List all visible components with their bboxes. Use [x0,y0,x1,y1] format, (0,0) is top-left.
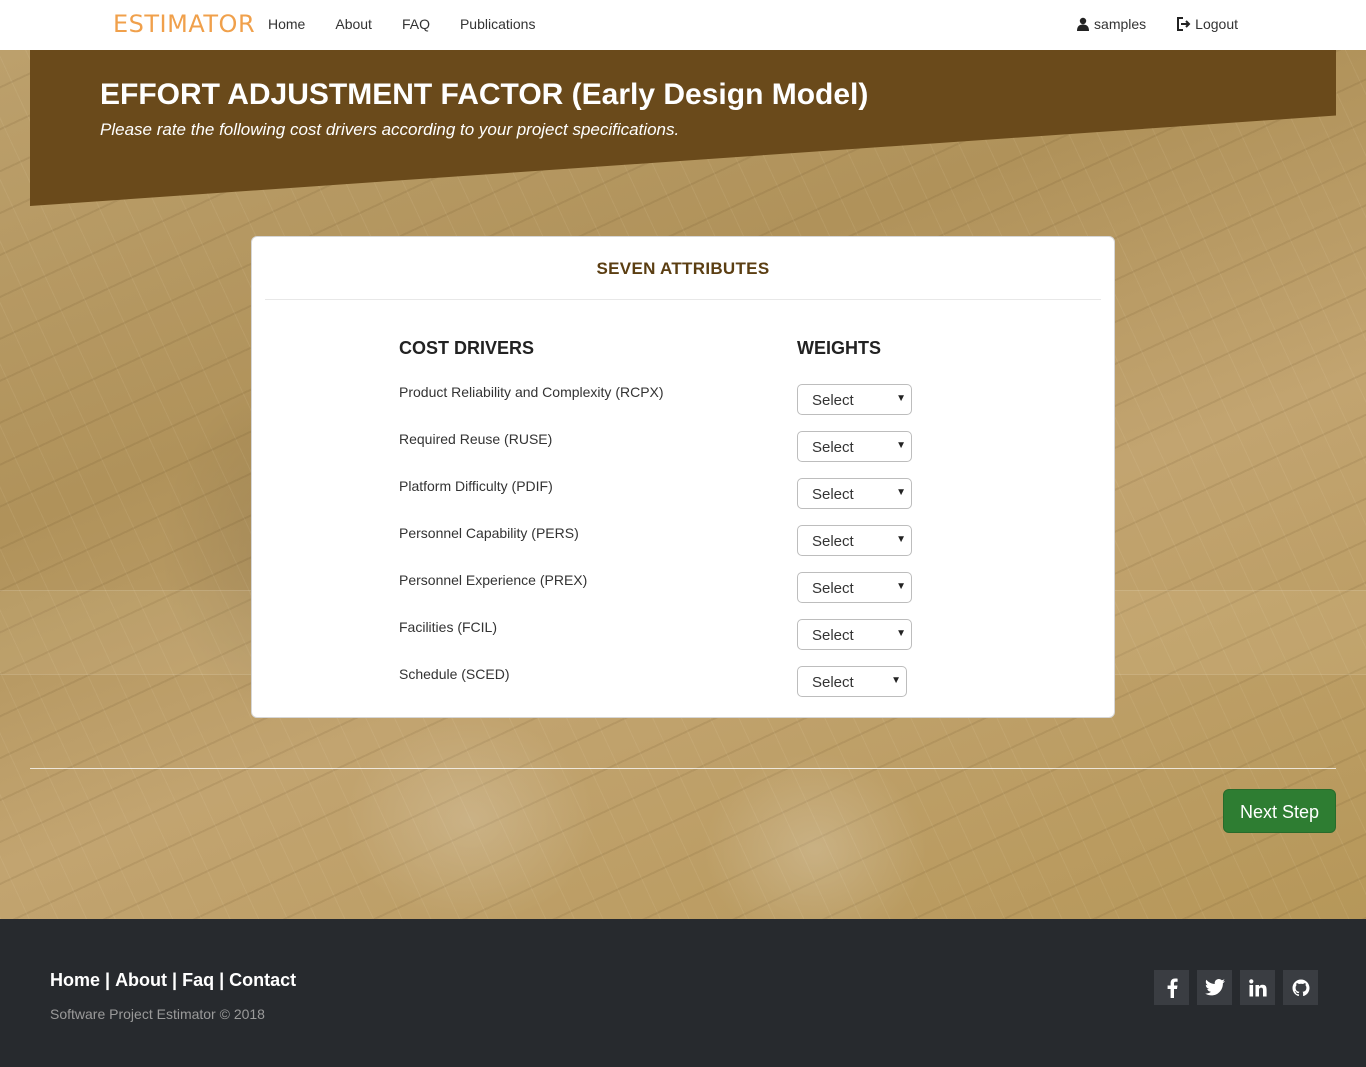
twitter-link[interactable] [1197,970,1232,1005]
driver-row-ruse: Required Reuse (RUSE) Select ▼ [399,431,919,463]
weight-select-fcil[interactable]: Select ▼ [797,619,912,650]
user-icon [1077,17,1090,31]
driver-label: Personnel Capability (PERS) [399,525,579,541]
linkedin-icon [1248,978,1267,996]
facebook-icon [1167,978,1178,998]
weight-select-rcpx[interactable]: Select ▼ [797,384,912,415]
user-menu[interactable]: samples [1076,16,1146,32]
nav-link-about[interactable]: About [335,16,372,32]
driver-label: Facilities (FCIL) [399,619,498,635]
weight-select-pers[interactable]: Select ▼ [797,525,912,556]
caret-down-icon: ▼ [896,534,906,545]
driver-label: Platform Difficulty (PDIF) [399,478,553,494]
brand-logo[interactable]: ESTIMATOR [113,10,255,38]
facebook-link[interactable] [1154,970,1189,1005]
driver-row-prex: Personnel Experience (PREX) Select ▼ [399,572,919,604]
caret-down-icon: ▼ [896,487,906,498]
driver-label: Personnel Experience (PREX) [399,572,588,588]
weight-select-pdif[interactable]: Select ▼ [797,478,912,509]
footer: Home | About | Faq | Contact Software Project … [0,919,1366,1067]
card-title: SEVEN ATTRIBUTES [596,259,770,278]
cost-drivers-heading: COST DRIVERS [399,338,535,358]
card-divider [265,299,1101,300]
nav-link-publications[interactable]: Publications [460,16,536,32]
driver-label: Schedule (SCED) [399,666,510,682]
footer-link-home[interactable]: Home [50,970,100,990]
driver-row-rcpx: Product Reliability and Complexity (RCPX… [399,384,919,416]
next-step-button[interactable]: Next Step [1223,789,1336,833]
nav-link-faq[interactable]: FAQ [402,16,430,32]
weight-select-prex[interactable]: Select ▼ [797,572,912,603]
footer-link-faq[interactable]: Faq [182,970,214,990]
nav-link-home[interactable]: Home [268,16,305,32]
weights-heading: WEIGHTS [797,338,881,358]
driver-row-pers: Personnel Capability (PERS) Select ▼ [399,525,919,557]
caret-down-icon: ▼ [891,675,901,686]
caret-down-icon: ▼ [896,581,906,592]
logout-link[interactable]: Logout [1176,16,1238,32]
nav-user-area: samples Logout [1046,16,1238,32]
driver-label: Required Reuse (RUSE) [399,431,553,447]
footer-links: Home | About | Faq | Contact [50,970,297,990]
weight-select-sced[interactable]: Select ▼ [797,666,907,697]
cost-drivers-card: SEVEN ATTRIBUTES COST DRIVERS WEIGHTS Pr… [251,236,1115,718]
nav-links: Home About FAQ Publications [268,16,565,32]
page-subtitle: Please rate the following cost drivers a… [100,120,680,139]
footer-link-about[interactable]: About [115,970,167,990]
weight-select-ruse[interactable]: Select ▼ [797,431,912,462]
caret-down-icon: ▼ [896,393,906,404]
driver-label: Product Reliability and Complexity (RCPX… [399,384,664,400]
footer-link-contact[interactable]: Contact [229,970,296,990]
github-icon [1292,979,1309,996]
section-divider [30,768,1336,769]
github-link[interactable] [1283,970,1318,1005]
linkedin-link[interactable] [1240,970,1275,1005]
caret-down-icon: ▼ [896,440,906,451]
driver-row-sced: Schedule (SCED) Select ▼ [399,666,919,698]
logout-label: Logout [1195,16,1238,32]
user-name: samples [1094,16,1147,32]
logout-icon [1177,17,1191,31]
copyright-text: Software Project Estimator © 2018 [50,1006,265,1022]
twitter-icon [1204,979,1225,996]
driver-row-fcil: Facilities (FCIL) Select ▼ [399,619,919,651]
driver-row-pdif: Platform Difficulty (PDIF) Select ▼ [399,478,919,510]
caret-down-icon: ▼ [896,628,906,639]
social-links [1154,970,1318,1005]
page-title: EFFORT ADJUSTMENT FACTOR (Early Design M… [100,78,869,111]
top-navbar: ESTIMATOR Home About FAQ Publications sa… [0,0,1366,50]
